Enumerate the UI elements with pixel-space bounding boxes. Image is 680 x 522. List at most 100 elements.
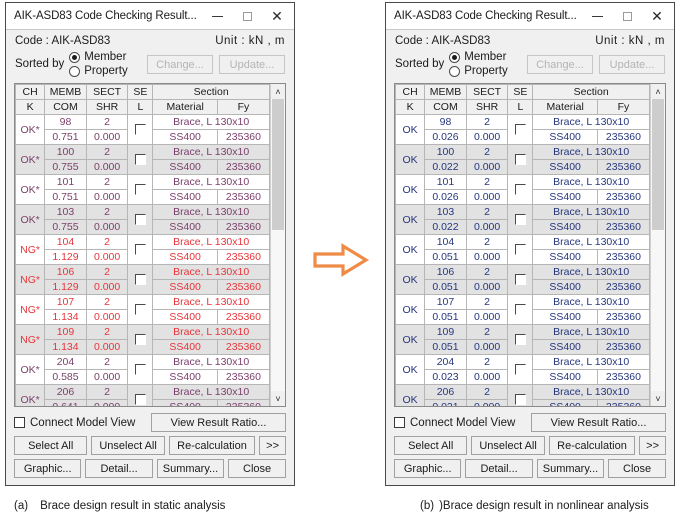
table-row[interactable]: OK 206 2 Brace, L 130x10 [395,384,650,406]
maximize-button[interactable] [612,4,642,29]
header-memb[interactable]: MEMB [44,84,87,100]
header-material[interactable]: Material [532,99,598,115]
table-row[interactable]: OK 107 2 Brace, L 130x10 [395,294,650,325]
table-row[interactable]: OK* 100 2 Brace, L 130x10 [15,144,270,175]
scroll-track[interactable] [651,99,665,391]
header-material[interactable]: Material [152,99,218,115]
select-all-button[interactable]: Select All [394,436,468,455]
cell-sel-checkbox[interactable] [127,114,154,145]
cell-sel-checkbox[interactable] [507,144,534,175]
scroll-track[interactable] [271,99,285,391]
header-sect[interactable]: SECT [465,84,509,100]
minimize-button[interactable] [202,4,232,29]
header-fy[interactable]: Fy [596,99,650,115]
recalculation-button[interactable]: Re-calculation [548,436,636,455]
change-button[interactable]: Change... [527,54,593,74]
header-sel-bot[interactable]: L [507,99,534,115]
cell-sel-checkbox[interactable] [507,204,534,235]
table-row[interactable]: NG* 109 2 Brace, L 130x10 [15,324,270,355]
connect-model-view-checkbox[interactable]: Connect Model View [14,417,135,429]
close-button[interactable]: ✕ [262,4,292,29]
table-row[interactable]: OK 101 2 Brace, L 130x10 [395,174,650,205]
more-options-button[interactable]: >> [259,436,286,455]
view-result-ratio-button[interactable]: View Result Ratio... [151,413,286,432]
header-sect[interactable]: SECT [85,84,129,100]
change-button[interactable]: Change... [147,54,213,74]
header-section[interactable]: Section [152,84,270,100]
table-row[interactable]: OK* 204 2 Brace, L 130x10 [15,354,270,385]
cell-sel-checkbox[interactable] [127,354,154,385]
scroll-thumb[interactable] [652,99,664,231]
scroll-up-arrow-icon[interactable]: ˄ [651,84,665,99]
cell-sel-checkbox[interactable] [507,114,534,145]
table-row[interactable]: OK 104 2 Brace, L 130x10 [395,234,650,265]
recalculation-button[interactable]: Re-calculation [168,436,256,455]
table-row[interactable]: OK* 103 2 Brace, L 130x10 [15,204,270,235]
cell-sel-checkbox[interactable] [127,174,154,205]
select-all-button[interactable]: Select All [14,436,88,455]
scroll-down-arrow-icon[interactable]: ˅ [271,391,285,406]
table-row[interactable]: OK 106 2 Brace, L 130x10 [395,264,650,295]
header-com[interactable]: COM [424,99,467,115]
cell-sel-checkbox[interactable] [507,174,534,205]
vertical-scrollbar-nonlinear[interactable]: ˄ ˅ [650,84,665,406]
scroll-up-arrow-icon[interactable]: ˄ [271,84,285,99]
radio-member[interactable]: Member [69,50,127,64]
unselect-all-button[interactable]: Unselect All [91,436,165,455]
header-sel-bot[interactable]: L [127,99,154,115]
cell-sel-checkbox[interactable] [127,204,154,235]
cell-sel-checkbox[interactable] [127,234,154,265]
vertical-scrollbar-static[interactable]: ˄ ˅ [270,84,285,406]
header-fy[interactable]: Fy [216,99,270,115]
header-shr[interactable]: SHR [85,99,129,115]
close-dialog-button[interactable]: Close [228,459,286,478]
update-button[interactable]: Update... [219,54,285,74]
header-chk-bot[interactable]: K [15,99,46,115]
cell-sel-checkbox[interactable] [127,384,154,406]
graphic-button[interactable]: Graphic... [394,459,462,478]
cell-sel-checkbox[interactable] [507,264,534,295]
cell-sel-checkbox[interactable] [507,294,534,325]
header-chk-top[interactable]: CH [15,84,46,100]
header-shr[interactable]: SHR [465,99,509,115]
table-row[interactable]: OK* 98 2 Brace, L 130x10 [15,114,270,145]
header-com[interactable]: COM [44,99,87,115]
table-row[interactable]: OK* 206 2 Brace, L 130x10 [15,384,270,406]
view-result-ratio-button[interactable]: View Result Ratio... [531,413,666,432]
table-row[interactable]: OK* 101 2 Brace, L 130x10 [15,174,270,205]
update-button[interactable]: Update... [599,54,665,74]
table-row[interactable]: OK 204 2 Brace, L 130x10 [395,354,650,385]
cell-sel-checkbox[interactable] [127,144,154,175]
cell-sel-checkbox[interactable] [127,294,154,325]
table-row[interactable]: OK 98 2 Brace, L 130x10 [395,114,650,145]
cell-sel-checkbox[interactable] [127,324,154,355]
table-row[interactable]: NG* 106 2 Brace, L 130x10 [15,264,270,295]
detail-button[interactable]: Detail... [465,459,533,478]
table-row[interactable]: OK 100 2 Brace, L 130x10 [395,144,650,175]
table-row[interactable]: OK 103 2 Brace, L 130x10 [395,204,650,235]
header-memb[interactable]: MEMB [424,84,467,100]
radio-property[interactable]: Property [449,64,508,78]
summary-button[interactable]: Summary... [536,459,605,478]
cell-sel-checkbox[interactable] [507,324,534,355]
maximize-button[interactable] [232,4,262,29]
radio-member[interactable]: Member [449,50,507,64]
cell-sel-checkbox[interactable] [507,234,534,265]
header-sel-top[interactable]: SE [507,84,534,100]
connect-model-view-checkbox[interactable]: Connect Model View [394,417,515,429]
close-button[interactable]: ✕ [642,4,672,29]
scroll-thumb[interactable] [272,99,284,231]
more-options-button[interactable]: >> [639,436,666,455]
table-row[interactable]: NG* 104 2 Brace, L 130x10 [15,234,270,265]
cell-sel-checkbox[interactable] [507,354,534,385]
minimize-button[interactable] [582,4,612,29]
summary-button[interactable]: Summary... [156,459,225,478]
radio-property[interactable]: Property [69,64,128,78]
header-section[interactable]: Section [532,84,650,100]
table-row[interactable]: NG* 107 2 Brace, L 130x10 [15,294,270,325]
cell-sel-checkbox[interactable] [127,264,154,295]
header-sel-top[interactable]: SE [127,84,154,100]
scroll-down-arrow-icon[interactable]: ˅ [651,391,665,406]
cell-sel-checkbox[interactable] [507,384,534,406]
header-chk-bot[interactable]: K [395,99,426,115]
